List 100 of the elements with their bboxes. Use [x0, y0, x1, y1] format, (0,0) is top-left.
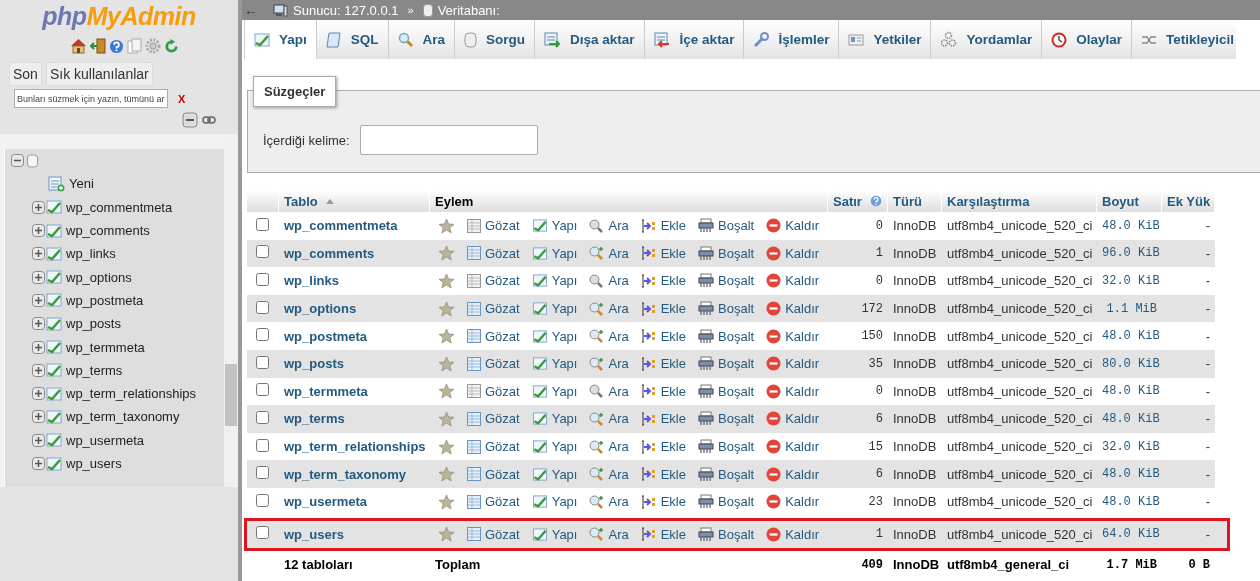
back-arrow[interactable]: ←	[244, 2, 258, 18]
expand-icon[interactable]	[32, 200, 45, 214]
tree-item[interactable]: wp_comments	[66, 223, 150, 239]
expand-icon[interactable]	[32, 387, 45, 401]
expand-icon[interactable]	[32, 363, 45, 377]
row-checkbox[interactable]	[256, 438, 269, 452]
expand-icon[interactable]	[32, 457, 45, 470]
reload-icon[interactable]	[163, 38, 179, 54]
action-link[interactable]: Ekle	[640, 411, 686, 427]
action-link[interactable]: Gözat	[467, 356, 520, 372]
action-link[interactable]: Ekle	[640, 328, 686, 344]
star-icon[interactable]	[438, 273, 455, 289]
help-icon[interactable]	[869, 194, 882, 208]
expand-icon[interactable]	[32, 224, 45, 238]
action-link[interactable]: Ekle	[640, 273, 686, 289]
tab[interactable]: Dışa aktar	[535, 20, 645, 59]
tab[interactable]: Olaylar	[1042, 20, 1133, 59]
action-link[interactable]: Yapı	[531, 245, 578, 261]
expand-icon[interactable]	[32, 433, 45, 447]
star-icon[interactable]	[438, 526, 455, 543]
tab[interactable]: İşlemler	[744, 20, 840, 59]
tab[interactable]: Yetkiler	[839, 20, 932, 59]
action-link[interactable]: Boşalt	[698, 301, 755, 317]
action-link[interactable]: Ekle	[640, 439, 686, 455]
table-name-link[interactable]: wp_usermeta	[284, 494, 368, 510]
action-link[interactable]: Boşalt	[698, 466, 755, 482]
collapse-icon[interactable]	[11, 154, 24, 168]
action-link[interactable]: Gözat	[467, 218, 520, 234]
expand-icon[interactable]	[32, 340, 45, 354]
table-name-link[interactable]: wp_posts	[284, 356, 344, 372]
tree-item[interactable]: wp_postmeta	[66, 292, 144, 308]
row-checkbox[interactable]	[256, 383, 269, 397]
table-row[interactable]: wp_terms Gözat Yapı Ara Ekle Boşalt Kaldır 6 InnoDB utf8mb4_unicode_520_ci 48.0 KiB -	[247, 405, 1215, 433]
expand-icon[interactable]	[32, 410, 45, 424]
tree-item[interactable]: wp_term_taxonomy	[66, 409, 180, 425]
action-link[interactable]: Boşalt	[698, 494, 755, 510]
expand-icon[interactable]	[32, 317, 45, 331]
header-cell[interactable]: Boyut	[1097, 190, 1162, 212]
action-link[interactable]: Yapı	[531, 383, 578, 399]
row-checkbox[interactable]	[256, 328, 269, 342]
tree-item[interactable]: wp_options	[66, 269, 132, 285]
action-link[interactable]: Boşalt	[698, 411, 755, 427]
action-link[interactable]: Ekle	[640, 245, 686, 261]
action-link[interactable]: Kaldır	[766, 356, 820, 372]
table-name-link[interactable]: wp_postmeta	[284, 328, 368, 344]
table-filter-field[interactable]: Bunları süzmek için yazın, tümünü ar	[14, 89, 168, 108]
tab[interactable]: İçe aktar	[644, 20, 745, 59]
sidebar-tab-button[interactable]: Sık kullanılanlar	[45, 62, 153, 86]
header-cell[interactable]: Satır	[828, 190, 888, 212]
row-checkbox[interactable]	[256, 493, 269, 507]
action-link[interactable]: Yapı	[531, 356, 578, 372]
table-name-link[interactable]: wp_users	[284, 526, 344, 542]
action-link[interactable]: Kaldır	[766, 411, 820, 427]
action-link[interactable]: Gözat	[467, 245, 520, 261]
action-link[interactable]: Gözat	[467, 273, 520, 289]
action-link[interactable]: Ekle	[640, 466, 686, 482]
row-checkbox[interactable]	[256, 245, 269, 259]
tree-item[interactable]: wp_term_relationships	[66, 386, 197, 402]
exit-door-icon[interactable]	[89, 38, 106, 54]
action-link[interactable]: Ara	[589, 301, 629, 317]
action-link[interactable]: Ara	[589, 383, 629, 399]
star-icon[interactable]	[438, 328, 455, 345]
table-name-link[interactable]: wp_term_taxonomy	[284, 466, 407, 482]
action-link[interactable]: Ara	[589, 218, 629, 234]
star-icon[interactable]	[438, 493, 455, 510]
action-link[interactable]: Gözat	[467, 494, 520, 510]
action-link[interactable]: Boşalt	[698, 383, 755, 399]
action-link[interactable]: Yapı	[531, 439, 578, 455]
action-link[interactable]: Ara	[589, 411, 629, 427]
table-name-link[interactable]: wp_options	[284, 301, 357, 317]
action-link[interactable]: Gözat	[467, 526, 520, 542]
action-link[interactable]: Ara	[589, 328, 629, 344]
action-link[interactable]: Gözat	[467, 328, 520, 344]
header-cell[interactable]: Türü	[888, 190, 942, 212]
tab[interactable]: SQL	[316, 20, 389, 59]
action-link[interactable]: Yapı	[531, 494, 578, 510]
action-link[interactable]: Kaldır	[766, 526, 820, 542]
star-icon[interactable]	[438, 410, 455, 427]
tree-item[interactable]: Yeni	[69, 176, 94, 192]
table-name-link[interactable]: wp_links	[284, 273, 339, 289]
action-link[interactable]: Yapı	[531, 328, 578, 344]
action-link[interactable]: Gözat	[467, 439, 520, 455]
table-name-link[interactable]: wp_termmeta	[284, 383, 368, 399]
collapse-all-icon[interactable]	[182, 112, 198, 128]
action-link[interactable]: Gözat	[467, 466, 520, 482]
home-icon[interactable]	[69, 38, 87, 54]
action-link[interactable]: Gözat	[467, 383, 520, 399]
action-link[interactable]: Ekle	[640, 526, 686, 542]
action-link[interactable]: Ara	[589, 356, 629, 372]
expand-icon[interactable]	[32, 293, 45, 307]
tree-item[interactable]: wp_terms	[66, 362, 123, 378]
star-icon[interactable]	[438, 438, 455, 455]
action-link[interactable]: Yapı	[531, 301, 578, 317]
sidebar-tab-button[interactable]: Son	[9, 62, 42, 86]
tab[interactable]: Ara	[388, 20, 456, 59]
action-link[interactable]: Boşalt	[698, 245, 755, 261]
tree-item[interactable]: wp_users	[66, 456, 122, 471]
action-link[interactable]: Gözat	[467, 411, 520, 427]
action-link[interactable]: Boşalt	[698, 218, 755, 234]
row-checkbox[interactable]	[256, 355, 269, 369]
